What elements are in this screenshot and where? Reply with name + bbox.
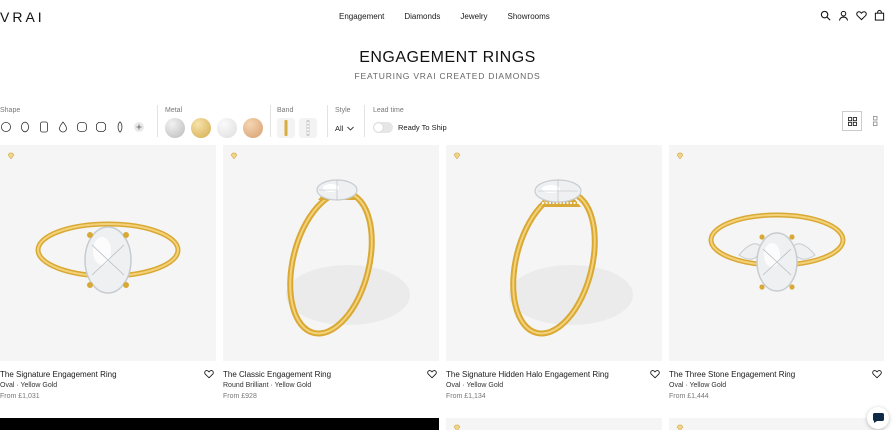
site-header: VRAI Engagement Diamonds Jewelry Showroo… [0,0,895,34]
main-nav: Engagement Diamonds Jewelry Showrooms [339,12,550,21]
diamond-badge-icon [453,424,461,430]
product-card[interactable]: The Three Stone Engagement Ring Oval · Y… [669,145,884,400]
filter-divider [157,105,158,137]
product-details: Oval · Yellow Gold [669,382,727,389]
metal-rose-gold-swatch[interactable] [243,118,263,138]
filter-divider [327,105,328,137]
shape-marquise-icon[interactable] [114,121,126,133]
product-name[interactable]: The Signature Hidden Halo Engagement Rin… [446,370,609,379]
style-dropdown-value: All [335,124,344,133]
wishlist-heart-icon[interactable] [650,369,660,379]
shape-filter: Shape [0,104,155,138]
chat-button[interactable] [867,407,889,429]
ring-image [509,179,633,337]
product-card[interactable] [669,418,884,430]
shape-round-icon[interactable] [0,121,12,133]
shape-more-icon[interactable] [133,121,145,133]
next-row-preview [0,418,895,430]
ring-image [35,221,181,294]
product-card[interactable]: The Signature Engagement Ring Oval · Yel… [0,145,216,400]
view-toggle [842,111,885,131]
chat-icon [872,413,884,423]
ready-to-ship-label: Ready To Ship [398,123,447,132]
product-price: From £1,134 [446,393,486,400]
product-image[interactable] [669,145,884,361]
search-icon[interactable] [820,10,831,21]
shape-oval-icon[interactable] [19,121,31,133]
band-pave-icon[interactable] [299,118,317,138]
brand-logo[interactable]: VRAI [0,9,45,25]
band-filter: Band [277,104,322,138]
nav-showrooms[interactable]: Showrooms [508,12,550,21]
user-icon[interactable] [838,10,849,21]
product-details: Oval · Yellow Gold [0,382,58,389]
product-card[interactable]: The Classic Engagement Ring Round Brilli… [223,145,439,400]
metal-filter-label: Metal [165,107,183,114]
ring-image [286,179,410,337]
product-details: Round Brilliant · Yellow Gold [223,382,312,389]
grid-view-button[interactable] [842,111,862,131]
product-image[interactable] [0,145,216,361]
product-image[interactable] [446,145,662,361]
filter-bar: Shape Metal Band Style All Lead time Rea… [0,104,895,138]
shape-radiant-icon[interactable] [95,121,107,133]
nav-engagement[interactable]: Engagement [339,12,384,21]
shape-emerald-icon[interactable] [38,121,50,133]
metal-filter: Metal [165,104,270,138]
metal-yellow-gold-swatch[interactable] [191,118,211,138]
grid-icon [847,116,857,126]
ring-image [708,212,846,292]
band-filter-label: Band [277,107,294,114]
metal-white-gold-swatch[interactable] [217,118,237,138]
product-image[interactable] [223,145,439,361]
diamond-badge-icon [676,424,684,430]
style-dropdown[interactable]: All [335,124,355,133]
nav-diamonds[interactable]: Diamonds [404,12,440,21]
page-title: ENGAGEMENT RINGS [359,49,536,66]
product-details: Oval · Yellow Gold [446,382,504,389]
style-filter: Style All [335,104,365,138]
product-price: From £928 [223,393,257,400]
wishlist-heart-icon[interactable] [204,369,214,379]
wishlist-heart-icon[interactable] [872,369,882,379]
lead-time-filter: Lead time Ready To Ship [373,104,473,138]
shape-cushion-icon[interactable] [76,121,88,133]
promo-banner[interactable] [0,418,439,430]
band-plain-icon[interactable] [277,118,295,138]
lead-time-label: Lead time [373,107,404,114]
heart-icon[interactable] [856,10,867,21]
product-card[interactable]: The Signature Hidden Halo Engagement Rin… [446,145,662,400]
filter-divider [364,105,365,137]
nav-jewelry[interactable]: Jewelry [460,12,487,21]
product-price: From £1,031 [0,393,40,400]
chevron-down-icon [347,126,355,131]
header-icons [820,10,885,21]
list-view-button[interactable] [865,111,885,131]
shape-pear-icon[interactable] [57,121,69,133]
bag-icon[interactable] [874,10,885,21]
product-price: From £1,444 [669,393,709,400]
ready-to-ship-toggle[interactable] [373,122,393,133]
shape-filter-label: Shape [0,107,21,114]
metal-platinum-swatch[interactable] [165,118,185,138]
list-icon [872,116,877,126]
style-filter-label: Style [335,107,351,114]
filter-divider [270,105,271,137]
product-name[interactable]: The Three Stone Engagement Ring [669,370,795,379]
product-card[interactable] [446,418,662,430]
page-subtitle: FEATURING VRAI CREATED DIAMONDS [354,71,541,81]
wishlist-heart-icon[interactable] [427,369,437,379]
product-name[interactable]: The Signature Engagement Ring [0,370,117,379]
product-name[interactable]: The Classic Engagement Ring [223,370,331,379]
